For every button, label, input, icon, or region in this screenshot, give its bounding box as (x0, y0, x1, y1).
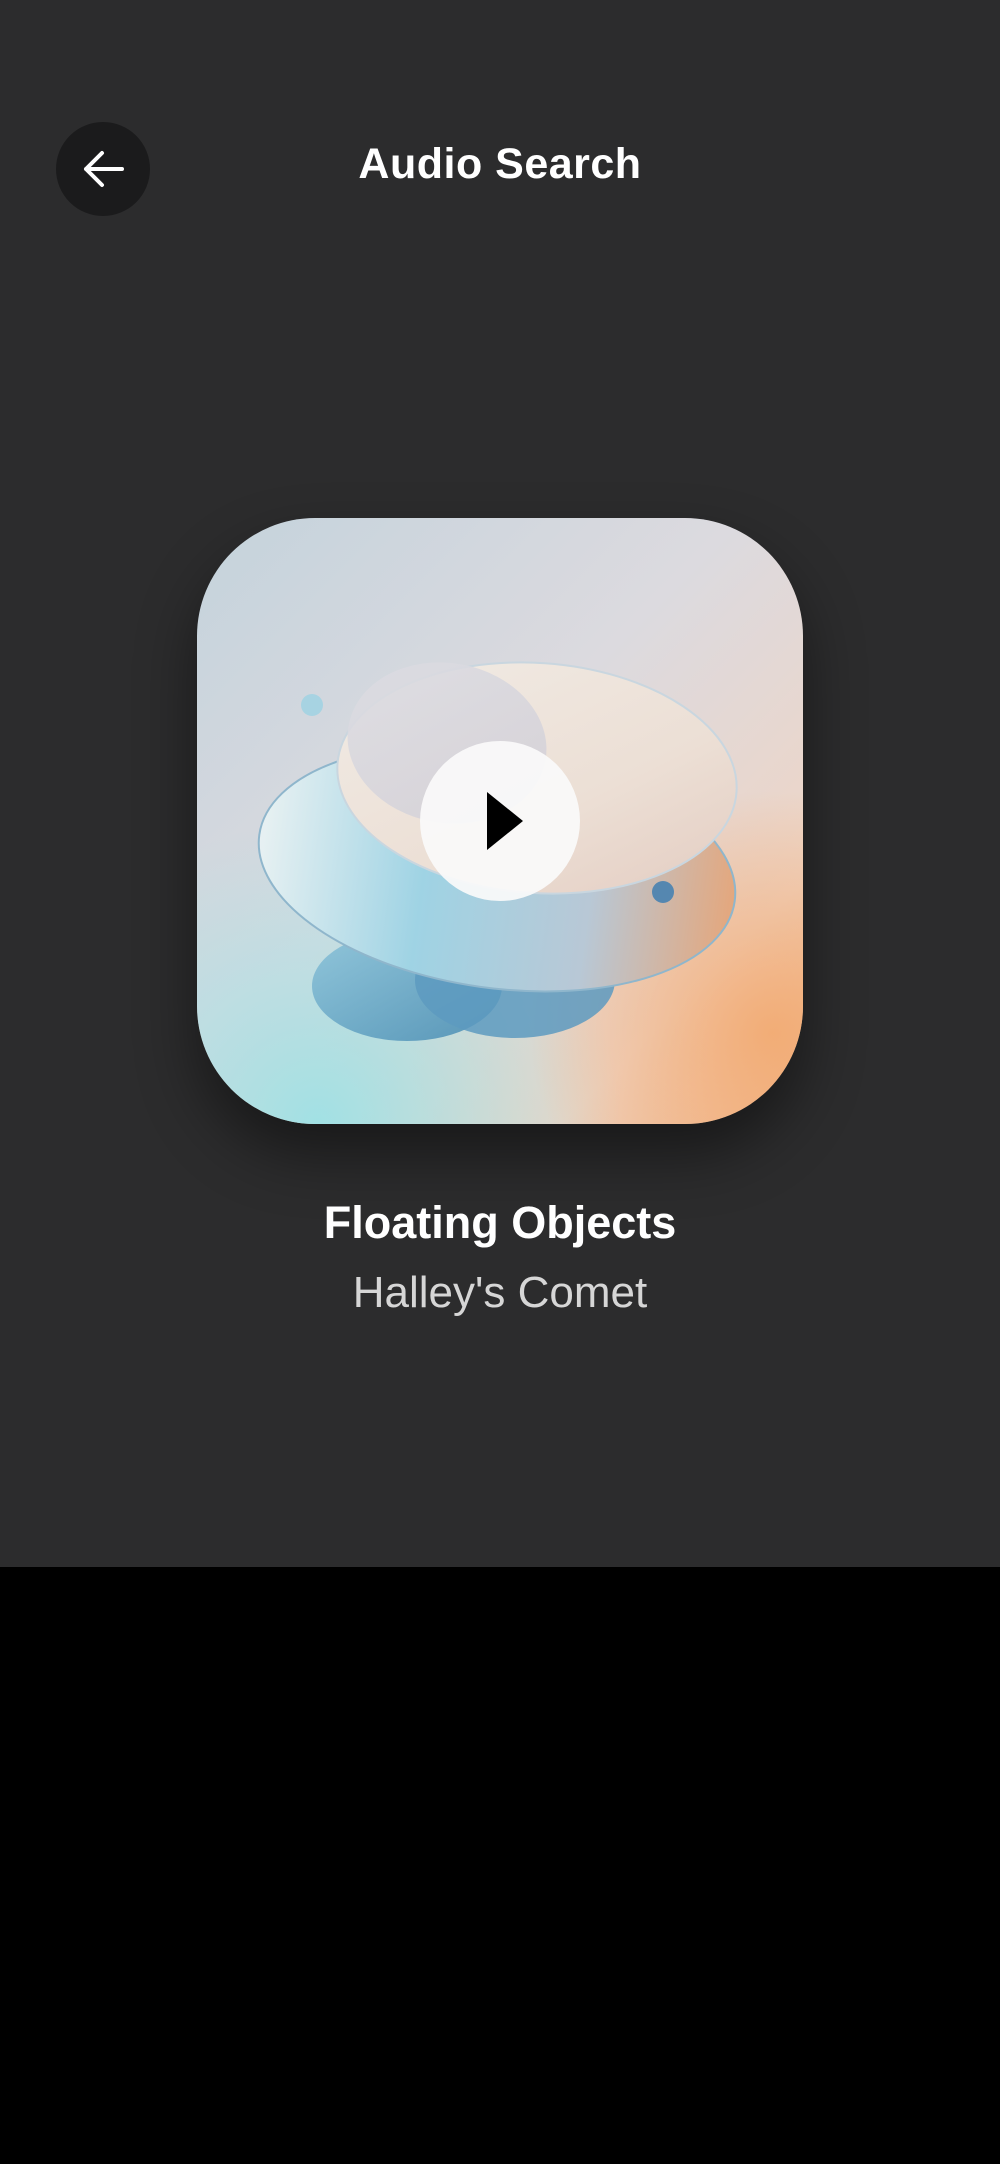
screen: Audio Search Floating Objects Halley's C… (0, 0, 1000, 2164)
play-button[interactable] (420, 741, 580, 901)
track-title: Floating Objects (323, 1197, 677, 1248)
page-title: Audio Search (358, 140, 642, 188)
bottom-empty-area (0, 1567, 1000, 2164)
track-artist: Halley's Comet (352, 1268, 648, 1317)
play-icon (475, 790, 525, 852)
audio-search-panel: Audio Search Floating Objects Halley's C… (0, 0, 1000, 1567)
